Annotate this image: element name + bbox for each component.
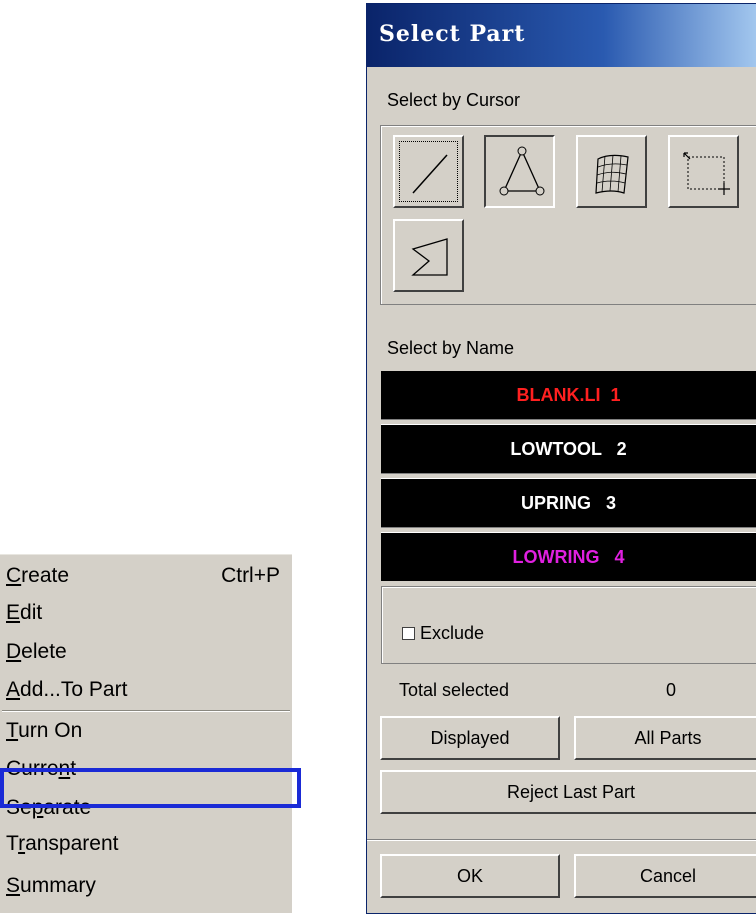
area-select-icon bbox=[411, 238, 448, 276]
separate-highlight-box bbox=[0, 768, 301, 808]
exclude-label: Exclude bbox=[420, 623, 485, 643]
menu-item-add-to-part[interactable]: Add...To Part bbox=[6, 671, 288, 709]
polygon-select-button[interactable] bbox=[484, 135, 555, 208]
menu-item-edit[interactable]: Edit bbox=[6, 594, 288, 632]
select-by-cursor-label: Select by Cursor bbox=[387, 90, 521, 110]
reject-last-part-button[interactable]: Reject Last Part bbox=[380, 770, 756, 814]
create-shortcut: Ctrl+P bbox=[221, 564, 280, 587]
polygon-select-icon bbox=[499, 146, 545, 196]
total-selected-value: 0 bbox=[666, 680, 677, 700]
part-row[interactable]: LOWRING 4 bbox=[381, 533, 756, 581]
exclude-checkbox[interactable] bbox=[402, 627, 415, 640]
dialog-title: Select Part bbox=[379, 21, 526, 47]
part-row[interactable]: BLANK.LI 1 bbox=[381, 371, 756, 419]
area-select-button[interactable] bbox=[393, 219, 464, 292]
select-part-dialog: Select Part Select by Cursor Select by N… bbox=[366, 3, 756, 914]
box-select-button[interactable] bbox=[668, 135, 739, 208]
ok-button[interactable]: OK bbox=[380, 854, 560, 898]
part-row[interactable]: LOWTOOL 2 bbox=[381, 425, 756, 473]
menu-item-create[interactable]: Create Ctrl+P bbox=[6, 557, 288, 595]
menu-item-delete[interactable]: Delete bbox=[6, 633, 288, 671]
displayed-button[interactable]: Displayed bbox=[380, 716, 560, 760]
select-by-name-label: Select by Name bbox=[387, 338, 515, 358]
line-select-button[interactable] bbox=[393, 135, 464, 208]
total-selected-label: Total selected bbox=[399, 680, 510, 700]
cancel-button[interactable]: Cancel bbox=[574, 854, 756, 898]
menu-item-transparent[interactable]: Transparent bbox=[6, 825, 288, 863]
surface-select-icon bbox=[595, 154, 629, 194]
all-parts-button[interactable]: All Parts bbox=[574, 716, 756, 760]
menu-item-summary[interactable]: Summary bbox=[6, 867, 288, 905]
line-select-icon bbox=[412, 154, 448, 194]
dialog-divider bbox=[367, 839, 756, 841]
menu-item-turn-on[interactable]: Turn On bbox=[6, 712, 288, 750]
box-select-icon bbox=[683, 152, 730, 195]
surface-select-button[interactable] bbox=[576, 135, 647, 208]
exclude-group: Exclude bbox=[381, 586, 756, 664]
part-context-menu: Create Ctrl+P Edit Delete Add...To Part … bbox=[0, 554, 292, 913]
cursor-tools-panel bbox=[380, 125, 756, 305]
dialog-titlebar[interactable]: Select Part bbox=[367, 4, 756, 67]
part-row[interactable]: UPRING 3 bbox=[381, 479, 756, 527]
